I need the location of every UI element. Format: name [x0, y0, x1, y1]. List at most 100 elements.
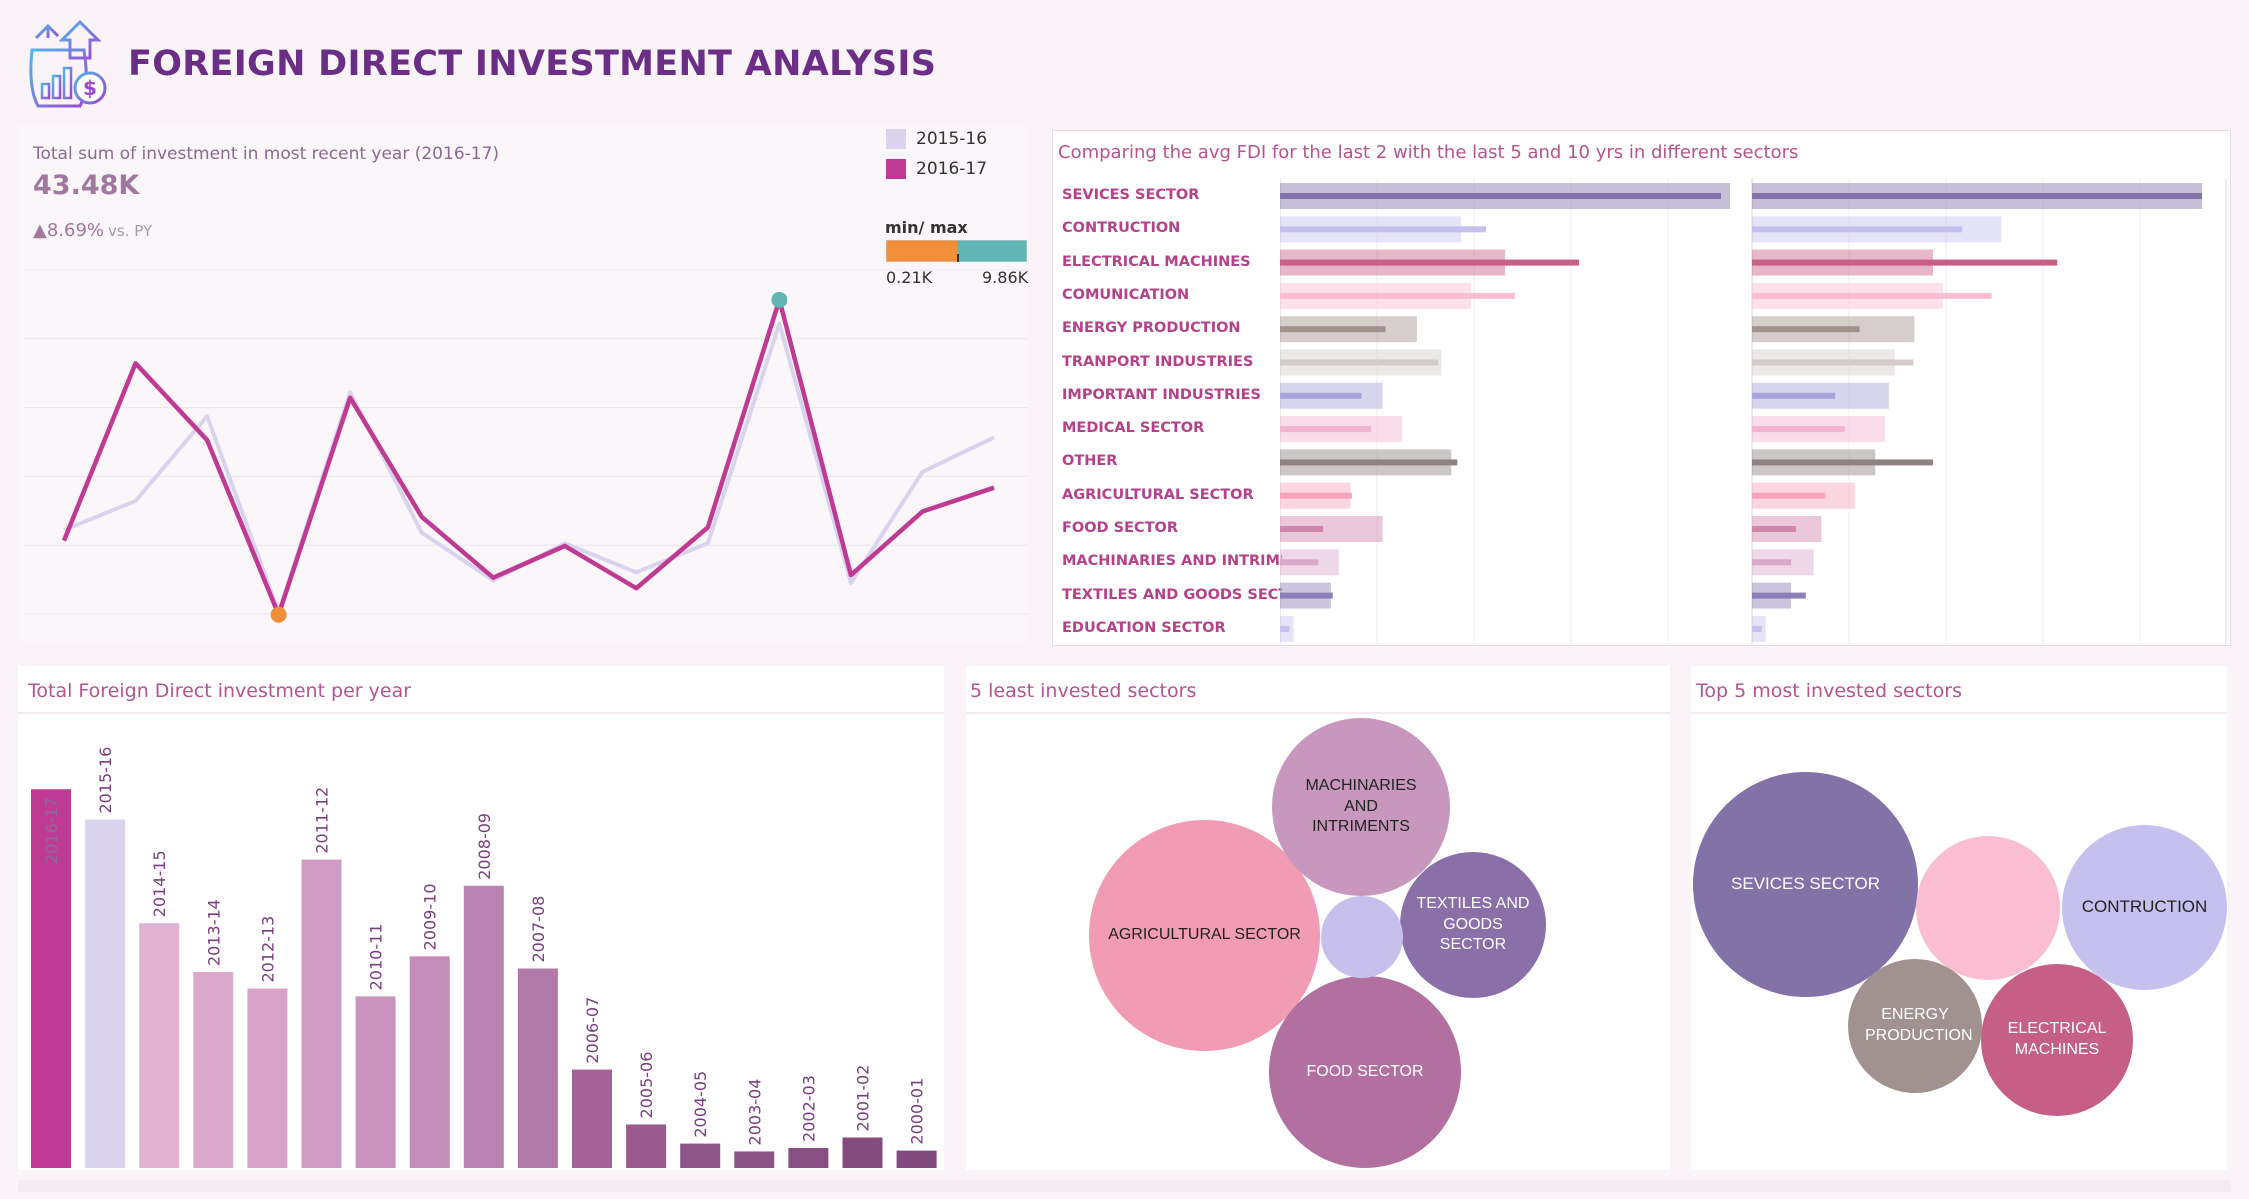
legend-label: 2016-17 [916, 159, 988, 179]
sector-label: TRANPORT INDUSTRIES [1062, 353, 1254, 370]
year-bar-label: 2002-03 [799, 1075, 818, 1142]
min-marker [270, 606, 287, 623]
sector-bar-reference [1280, 592, 1333, 599]
sector-bar-reference [1752, 559, 1792, 566]
sector-bar-reference [1280, 625, 1290, 632]
year-bar-label: 2009-10 [421, 883, 440, 950]
bubble-label: SEVICES SECTOR [1731, 874, 1880, 894]
legend-item-2015-16[interactable]: 2015-16 [886, 129, 987, 149]
sector-bar-reference [1752, 193, 2202, 199]
year-bar [626, 1124, 667, 1168]
divider [966, 712, 1670, 714]
svg-text:$: $ [83, 76, 97, 100]
year-chart-title: Total Foreign Direct investment per year [28, 680, 412, 702]
sector-label: AGRICULTURAL SECTOR [1062, 486, 1254, 503]
bubble-machinaries[interactable]: MACHINARIES AND INTRIMENTS [1272, 718, 1450, 896]
bubble-label: CONTRUCTION [2081, 897, 2208, 917]
sector-label: MACHINARIES AND INTRIMEN.. [1062, 553, 1282, 570]
bubble-unlabeled[interactable] [1321, 896, 1403, 978]
minmax-max-segment [958, 240, 1027, 262]
year-bar-chart: 2016-17 2015-16 2014-15 2013-14 2012-13 2011-… [31, 747, 937, 1168]
year-bar-label: 2015-16 [96, 747, 115, 814]
bubble-unlabeled[interactable] [1916, 836, 2060, 980]
sector-bar-reference [1752, 226, 1963, 233]
page-title: FOREIGN DIRECT INVESTMENT ANALYSIS [128, 44, 937, 84]
legend-item-2016-17[interactable]: 2016-17 [886, 159, 987, 179]
year-bar-label: 2008-09 [475, 813, 494, 880]
sector-label: ELECTRICAL MACHINES [1062, 253, 1251, 270]
sector-bar-reference [1280, 459, 1458, 466]
sector-bar-reference [1280, 426, 1372, 433]
year-bar-label: 2005-06 [637, 1052, 656, 1119]
bubble-textiles[interactable]: TEXTILES AND GOODS SECTOR [1400, 852, 1546, 998]
legend-label: 2015-16 [916, 129, 988, 149]
divider [1691, 712, 2227, 714]
sector-bar-reference [1752, 426, 1845, 433]
sector-bar-reference [1752, 326, 1860, 333]
bubble-electrical-machines[interactable]: ELECTRICAL MACHINES [1981, 964, 2133, 1116]
sector-label: IMPORTANT INDUSTRIES [1062, 386, 1261, 403]
sector-bar-reference [1280, 259, 1580, 266]
sector-bar-reference [1280, 559, 1319, 566]
sector-label: CONTRUCTION [1062, 220, 1181, 237]
top-invested-title: Top 5 most invested sectors [1696, 680, 1962, 702]
line-chart [24, 269, 1028, 623]
sector-bar-reference [1752, 292, 1992, 299]
sector-bar-reference [1752, 392, 1836, 399]
sector-label: OTHER [1062, 453, 1118, 470]
year-bar [896, 1150, 937, 1168]
bubble-food-sector[interactable]: FOOD SECTOR [1269, 976, 1461, 1168]
series-line-2016-17 [61, 297, 995, 617]
sector-bar-reference [1280, 193, 1721, 199]
kpi-delta-value: ▲8.69% [33, 220, 105, 241]
sector-bar-reference [1280, 326, 1386, 333]
sector-bar-reference [1280, 526, 1324, 532]
year-bar-label: 2014-15 [150, 850, 169, 917]
bubble-contruction[interactable]: CONTRUCTION [2062, 825, 2227, 990]
bubble-label: ELECTRICAL MACHINES [2007, 1020, 2107, 1058]
year-bar-label: 2007-08 [529, 896, 548, 963]
money-bag-growth-icon: $ [29, 19, 107, 108]
sector-bar-reference [1752, 526, 1797, 532]
least-invested-title: 5 least invested sectors [970, 680, 1197, 702]
sector-bar-reference [1280, 226, 1487, 233]
year-bar [301, 859, 342, 1168]
sector-label: ENERGY PRODUCTION [1062, 320, 1241, 337]
year-bar [85, 819, 126, 1168]
bubble-label: FOOD SECTOR [1306, 1062, 1424, 1080]
sector-chart-title: Comparing the avg FDI for the last 2 wit… [1058, 142, 1799, 163]
legend-swatch [886, 129, 906, 149]
bubble-energy-production[interactable]: ENERGY PRODUCTION [1848, 959, 1982, 1093]
sector-label: SEVICES SECTOR [1062, 187, 1200, 203]
year-bar [517, 968, 558, 1168]
sector-label: COMUNICATION [1062, 286, 1190, 303]
max-marker [771, 291, 788, 308]
sector-label: FOOD SECTOR [1062, 520, 1179, 536]
year-bar-label: 2012-13 [258, 916, 277, 983]
minmax-range-bar [886, 240, 1027, 262]
minmax-min-segment [886, 240, 958, 262]
year-bar [842, 1137, 883, 1168]
year-bar [139, 923, 180, 1168]
sector-bar-chart [1280, 178, 2227, 644]
bubble-sevices-sector[interactable]: SEVICES SECTOR [1693, 772, 1918, 997]
kpi-label: Total sum of investment in most recent y… [33, 144, 500, 164]
sector-bar-reference [1752, 359, 1914, 366]
sector-label: TEXTILES AND GOODS SECTOR [1062, 586, 1282, 603]
sector-bar-reference [1752, 592, 1806, 599]
year-bar [788, 1147, 829, 1168]
sector-bar-reference [1280, 492, 1352, 499]
sector-label: EDUCATION SECTOR [1062, 619, 1226, 636]
bubble-label: AGRICULTURAL SECTOR [1108, 926, 1301, 944]
year-bar-label: 2013-14 [204, 899, 223, 966]
year-bar-label: 2000-01 [908, 1078, 927, 1145]
legend-swatch [886, 159, 906, 179]
kpi-delta-suffix: vs. PY [108, 222, 153, 240]
series-line-2015-16 [63, 321, 995, 615]
bubble-label: TEXTILES AND GOODS SECTOR [1416, 894, 1530, 954]
divider [18, 712, 944, 714]
sector-bar-reference [1752, 259, 2058, 266]
year-bar [193, 972, 234, 1168]
footer-strip [18, 1180, 2231, 1192]
year-bar [247, 988, 288, 1168]
